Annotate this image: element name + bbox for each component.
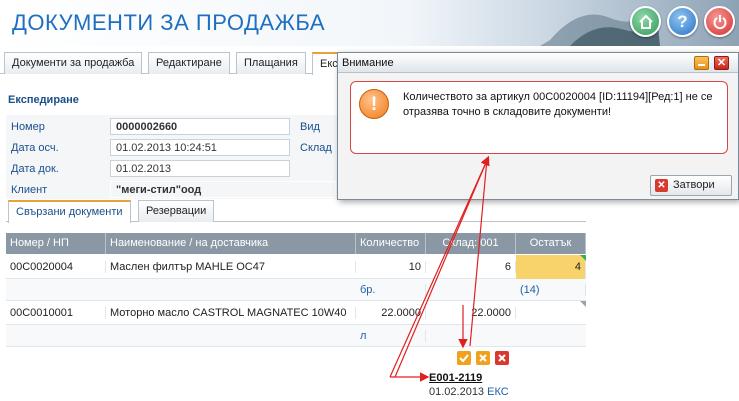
dialog-message-box: ! Количеството за артикул 00C0020004 [ID… bbox=[350, 81, 728, 154]
home-icon bbox=[638, 14, 653, 29]
dialog-close-button[interactable]: ✕ bbox=[714, 56, 729, 70]
row2-unit: л bbox=[356, 330, 426, 342]
page-title: ДОКУМЕНТИ ЗА ПРОДАЖБА bbox=[12, 10, 326, 35]
help-button[interactable]: ? bbox=[667, 6, 698, 37]
power-icon bbox=[713, 14, 726, 29]
client-field[interactable]: "меги-стил"оод bbox=[110, 181, 336, 198]
row2-note-marker bbox=[580, 301, 586, 307]
date-accounting-field[interactable]: 01.02.2013 10:24:51 bbox=[110, 139, 290, 156]
date-document-field[interactable]: 01.02.2013 bbox=[110, 160, 290, 177]
type-label: Вид bbox=[300, 121, 320, 133]
confirm-button[interactable] bbox=[457, 351, 471, 365]
date-accounting-label: Дата осч. bbox=[11, 142, 59, 154]
app-header: ДОКУМЕНТИ ЗА ПРОДАЖБА ? bbox=[0, 0, 739, 46]
subtabs: Свързани документи Резервации bbox=[6, 200, 586, 223]
row2-name: Моторно масло CASTROL MAGNATEC 10W40 bbox=[106, 307, 356, 319]
document-type: ЕКС bbox=[487, 386, 509, 398]
help-icon: ? bbox=[677, 11, 688, 31]
number-label: Номер bbox=[11, 121, 45, 133]
tab-payments[interactable]: Плащания bbox=[236, 52, 306, 74]
cancel-button[interactable] bbox=[476, 351, 490, 365]
row2-quantity: 22.0000 bbox=[356, 307, 426, 319]
number-field[interactable]: 0000002660 bbox=[110, 118, 290, 135]
row1-quantity: 10 bbox=[356, 261, 426, 273]
row2-stock: 22.0000 bbox=[426, 307, 516, 319]
table-subrow bbox=[6, 325, 586, 347]
document-number-link[interactable]: E001-2119 bbox=[429, 372, 482, 384]
document-date: 01.02.2013 ЕКС bbox=[429, 386, 509, 398]
row1-rest: 4 bbox=[516, 255, 586, 279]
dialog-close-label: Затвори bbox=[673, 179, 715, 191]
table-subrow bbox=[6, 279, 586, 301]
dialog-title: Внимание bbox=[338, 53, 738, 73]
document-date-value: 01.02.2013 bbox=[429, 386, 485, 398]
tab-sales-documents[interactable]: Документи за продажба bbox=[4, 52, 143, 74]
logout-button[interactable] bbox=[704, 6, 735, 37]
col-header-number[interactable]: Номер / НП bbox=[6, 233, 106, 254]
check-icon bbox=[459, 354, 469, 363]
delete-button[interactable] bbox=[495, 351, 509, 365]
col-header-stock[interactable]: Склад: 001 bbox=[426, 233, 516, 254]
row1-note-marker bbox=[580, 255, 586, 261]
row2-code: 00C0010001 bbox=[6, 307, 106, 319]
warning-icon: ! bbox=[359, 89, 389, 119]
warning-dialog: Внимание ✕ ! Количеството за артикул 00C… bbox=[337, 52, 739, 200]
row1-code: 00C0020004 bbox=[6, 261, 106, 273]
dialog-minimize-button[interactable] bbox=[694, 56, 709, 70]
row1-stock: 6 bbox=[426, 261, 516, 273]
row1-rest-sub: (14) bbox=[516, 284, 586, 296]
close-icon bbox=[479, 354, 487, 362]
client-label: Клиент bbox=[11, 184, 48, 196]
col-header-quantity[interactable]: Количество bbox=[356, 233, 426, 254]
col-header-rest[interactable]: Остатък bbox=[516, 233, 586, 254]
tab-related-documents[interactable]: Свързани документи bbox=[8, 200, 131, 223]
close-icon bbox=[498, 354, 506, 362]
close-icon: ✕ bbox=[655, 179, 668, 192]
dialog-close-action-button[interactable]: ✕ Затвори bbox=[650, 175, 732, 196]
home-button[interactable] bbox=[630, 6, 661, 37]
dialog-message: Количеството за артикул 00C0020004 [ID:1… bbox=[403, 91, 713, 118]
warehouse-label: Склад bbox=[300, 142, 332, 154]
row1-name: Маслен филтър MAHLE OC47 bbox=[106, 261, 356, 273]
tab-reservations[interactable]: Резервации bbox=[138, 200, 215, 222]
col-header-name[interactable]: Наименование / на доставчика bbox=[106, 233, 356, 254]
section-title: Експедиране bbox=[8, 94, 79, 106]
row1-unit: бр. bbox=[356, 284, 426, 296]
tab-edit[interactable]: Редактиране bbox=[148, 52, 230, 74]
date-document-label: Дата док. bbox=[11, 163, 59, 175]
